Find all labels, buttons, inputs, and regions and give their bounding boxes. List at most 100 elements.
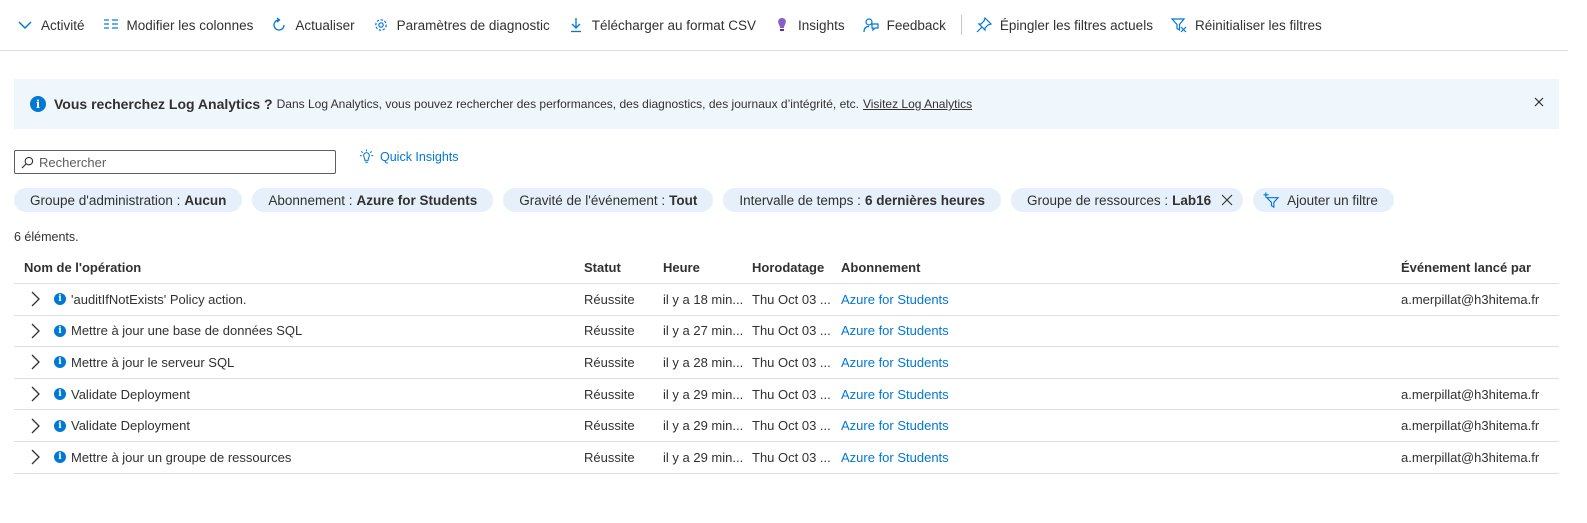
initiated-by-cell: a.merpillat@h3hitema.fr — [1401, 449, 1540, 465]
subscription-link[interactable]: Azure for Students — [841, 418, 949, 433]
reset-filters-button[interactable]: Réinitialiser les filtres — [1170, 10, 1322, 40]
status-cell: Réussite — [584, 323, 635, 339]
info-icon: i — [54, 419, 66, 432]
column-header-subscription[interactable]: Abonnement — [841, 260, 1401, 275]
initiated-by-cell: a.merpillat@h3hitema.fr — [1401, 291, 1540, 307]
edit-columns-button[interactable]: Modifier les colonnes — [102, 10, 253, 40]
visit-log-analytics-link[interactable]: Visitez Log Analytics — [863, 97, 972, 111]
table-row[interactable]: i Mettre à jour un groupe de ressources … — [14, 442, 1559, 474]
activity-label: Activité — [41, 17, 85, 33]
table-row[interactable]: i Mettre à jour le serveur SQL Réussite … — [14, 347, 1559, 379]
add-filter-button[interactable]: Ajouter un filtre — [1253, 188, 1394, 212]
table-row[interactable]: i Validate Deployment Réussite il y a 29… — [14, 379, 1559, 411]
feedback-button[interactable]: Feedback — [862, 10, 946, 40]
banner-title: Vous recherchez Log Analytics ? — [54, 96, 273, 112]
status-cell: Réussite — [584, 449, 635, 465]
refresh-button[interactable]: Actualiser — [270, 10, 355, 40]
status-cell: Réussite — [584, 418, 635, 434]
banner-text: Dans Log Analytics, vous pouvez recherch… — [276, 97, 859, 111]
operation-cell: i Mettre à jour un groupe de ressources — [14, 449, 584, 465]
filter-event-severity[interactable]: Gravité de l'événement : Tout — [503, 188, 714, 212]
search-box — [14, 150, 336, 174]
close-icon[interactable] — [1531, 94, 1547, 110]
filter-value: Aucun — [184, 192, 227, 208]
filter-value: 6 dernières heures — [864, 192, 986, 208]
gear-icon — [372, 16, 390, 34]
log-analytics-banner: i Vous recherchez Log Analytics ? Dans L… — [14, 79, 1559, 129]
subscription-link[interactable]: Azure for Students — [841, 387, 949, 402]
lightbulb-icon — [773, 16, 791, 34]
columns-icon — [102, 16, 120, 34]
chevron-down-icon — [16, 16, 34, 34]
status-cell: Réussite — [584, 354, 635, 370]
diagnostic-settings-label: Paramètres de diagnostic — [396, 17, 550, 33]
time-cell: il y a 28 min... — [663, 354, 744, 370]
pin-filters-button[interactable]: Épingler les filtres actuels — [975, 10, 1153, 40]
column-header-time[interactable]: Heure — [663, 260, 752, 275]
pin-icon — [975, 16, 993, 34]
table-row[interactable]: i Validate Deployment Réussite il y a 29… — [14, 410, 1559, 442]
info-icon: i — [54, 293, 66, 306]
filter-value: Lab16 — [1172, 192, 1212, 208]
quick-insights-button[interactable]: Quick Insights — [358, 148, 459, 166]
diagnostic-settings-button[interactable]: Paramètres de diagnostic — [372, 10, 550, 40]
table-row[interactable]: i Mettre à jour une base de données SQL … — [14, 316, 1559, 348]
column-header-initiated-by[interactable]: Événement lancé par — [1401, 260, 1559, 275]
search-input[interactable] — [39, 154, 329, 170]
filter-value: Tout — [669, 192, 698, 208]
chevron-right-icon[interactable] — [30, 449, 44, 465]
filter-label: Abonnement : — [268, 192, 353, 208]
insights-button[interactable]: Insights — [773, 10, 845, 40]
column-header-status[interactable]: Statut — [584, 260, 663, 275]
operation-cell: i Mettre à jour une base de données SQL — [14, 323, 584, 339]
download-csv-button[interactable]: Télécharger au format CSV — [567, 10, 756, 40]
info-icon: i — [30, 96, 46, 112]
download-icon — [567, 16, 585, 34]
chevron-right-icon[interactable] — [30, 323, 44, 339]
timestamp-cell: Thu Oct 03 ... — [752, 418, 831, 434]
feedback-label: Feedback — [886, 17, 946, 33]
filter-label: Groupe d'administration : — [30, 192, 181, 208]
refresh-label: Actualiser — [295, 17, 355, 33]
time-cell: il y a 29 min... — [663, 386, 744, 402]
subscription-link[interactable]: Azure for Students — [841, 323, 949, 338]
operation-cell: i Validate Deployment — [14, 386, 584, 402]
download-csv-label: Télécharger au format CSV — [591, 17, 757, 33]
timestamp-cell: Thu Oct 03 ... — [752, 354, 831, 370]
add-filter-icon — [1263, 191, 1281, 209]
insights-label: Insights — [798, 17, 845, 33]
filter-bar: Groupe d'administration : Aucun Abonnemen… — [14, 188, 1404, 212]
chevron-right-icon[interactable] — [30, 386, 44, 402]
timestamp-cell: Thu Oct 03 ... — [752, 386, 831, 402]
column-header-operation[interactable]: Nom de l'opération — [14, 260, 584, 275]
operation-cell: i Validate Deployment — [14, 418, 584, 434]
chevron-right-icon[interactable] — [30, 354, 44, 370]
command-bar: Activité Modifier les colonnes Actualise… — [0, 0, 1568, 51]
filter-management-group[interactable]: Groupe d'administration : Aucun — [14, 188, 243, 212]
filter-label: Gravité de l'événement : — [519, 192, 666, 208]
operation-name: Validate Deployment — [71, 418, 190, 434]
filter-timespan[interactable]: Intervalle de temps :6 dernières heures — [723, 188, 1002, 212]
remove-filter-icon[interactable] — [1221, 193, 1235, 207]
table-row[interactable]: i 'auditIfNotExists' Policy action. Réus… — [14, 284, 1559, 316]
subscription-link[interactable]: Azure for Students — [841, 292, 949, 307]
filter-resource-group[interactable]: Groupe de ressources : Lab16 — [1011, 188, 1244, 212]
activity-log-table: Nom de l'opération Statut Heure Horodata… — [14, 252, 1559, 474]
subscription-link[interactable]: Azure for Students — [841, 355, 949, 370]
timestamp-cell: Thu Oct 03 ... — [752, 323, 831, 339]
refresh-icon — [270, 16, 288, 34]
operation-name: Mettre à jour le serveur SQL — [71, 354, 235, 370]
operation-name: Validate Deployment — [71, 386, 190, 402]
status-cell: Réussite — [584, 386, 635, 402]
subscription-link[interactable]: Azure for Students — [841, 450, 949, 465]
column-header-timestamp[interactable]: Horodatage — [752, 260, 841, 275]
operation-cell: i 'auditIfNotExists' Policy action. — [14, 291, 584, 307]
chevron-right-icon[interactable] — [30, 291, 44, 307]
timestamp-cell: Thu Oct 03 ... — [752, 291, 831, 307]
initiated-by-cell: a.merpillat@h3hitema.fr — [1401, 386, 1540, 402]
chevron-right-icon[interactable] — [30, 418, 44, 434]
filter-subscription[interactable]: Abonnement : Azure for Students — [252, 188, 494, 212]
info-icon: i — [54, 324, 66, 337]
timestamp-cell: Thu Oct 03 ... — [752, 449, 831, 465]
activity-button[interactable]: Activité — [16, 10, 85, 40]
